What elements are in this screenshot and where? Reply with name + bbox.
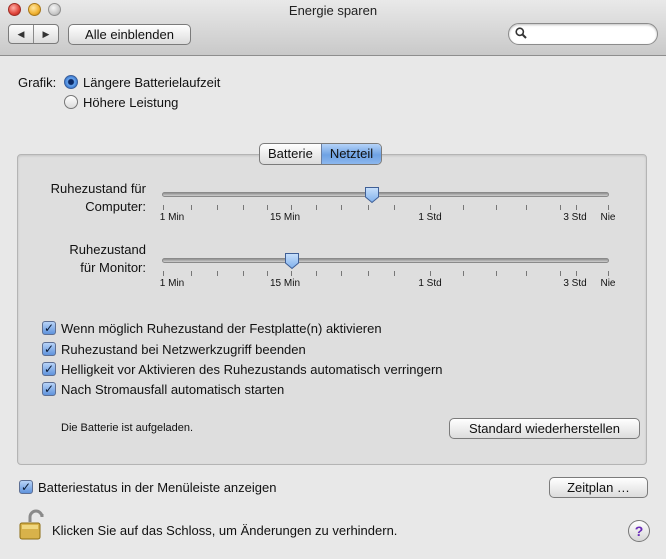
lock-hint-text: Klicken Sie auf das Schloss, um Änderung… — [52, 523, 398, 538]
slider-tick — [463, 205, 464, 210]
lock-icon[interactable] — [18, 509, 46, 541]
slider-tick — [560, 205, 561, 210]
help-button[interactable]: ? — [628, 520, 650, 542]
slider-tick — [576, 271, 577, 276]
slider-tick — [576, 205, 577, 210]
slider-tick — [496, 271, 497, 276]
slider-tick-label: Nie — [600, 212, 616, 223]
checkbox-disk-sleep[interactable]: ✓ — [42, 321, 56, 335]
slider-track[interactable] — [162, 258, 609, 263]
slider-tick — [267, 271, 268, 276]
radio-longer-battery[interactable] — [64, 75, 78, 89]
slider-tick — [368, 205, 369, 210]
graphics-label: Grafik: — [18, 75, 57, 90]
schedule-button[interactable]: Zeitplan … — [549, 477, 648, 498]
radio-higher-performance[interactable] — [64, 95, 78, 109]
slider-tick — [243, 271, 244, 276]
restore-defaults-button[interactable]: Standard wiederherstellen — [449, 418, 640, 439]
slider-thumb[interactable] — [284, 252, 300, 270]
back-button[interactable]: ◀ — [9, 25, 34, 43]
slider-tick-label: 1 Min — [159, 212, 185, 223]
checkbox-disk-sleep-label: Wenn möglich Ruhezustand der Festplatte(… — [61, 321, 382, 336]
display-sleep-label-line2: für Monitor: — [80, 260, 146, 275]
radio-higher-performance-label: Höhere Leistung — [83, 95, 179, 110]
slider-tick — [341, 271, 342, 276]
slider-tick — [608, 205, 609, 210]
slider-tick — [394, 271, 395, 276]
radio-longer-battery-label: Längere Batterielaufzeit — [83, 75, 221, 90]
slider-tick-label: 15 Min — [269, 212, 301, 223]
slider-tick — [430, 205, 431, 210]
computer-sleep-label-line1: Ruhezustand für — [50, 181, 146, 196]
slider-tick-label: Nie — [600, 278, 616, 289]
slider-tick — [191, 205, 192, 210]
slider-tick — [463, 271, 464, 276]
slider-tick — [291, 205, 292, 210]
slider-tick — [191, 271, 192, 276]
tab-battery[interactable]: Batterie — [260, 144, 321, 164]
slider-track[interactable] — [162, 192, 609, 197]
checkbox-menu-battery-label: Batteriestatus in der Menüleiste anzeige… — [38, 480, 277, 495]
checkbox-restart-power-failure[interactable]: ✓ — [42, 382, 56, 396]
window-title: Energie sparen — [288, 3, 378, 18]
display-sleep-label: Ruhezustand für Monitor: — [36, 241, 146, 277]
slider-tick-label: 1 Std — [418, 212, 442, 223]
display-sleep-label-line1: Ruhezustand — [69, 242, 146, 257]
power-source-tabs: Batterie Netzteil — [259, 143, 383, 165]
checkbox-network-wake-label: Ruhezustand bei Netzwerkzugriff beenden — [61, 342, 306, 357]
checkbox-menu-battery[interactable]: ✓ — [19, 480, 33, 494]
checkbox-network-wake[interactable]: ✓ — [42, 342, 56, 356]
slider-tick-label: 3 Std — [563, 212, 587, 223]
slider-tick — [560, 271, 561, 276]
checkbox-dim-display-label: Helligkeit vor Aktivieren des Ruhezustan… — [61, 362, 443, 377]
title-bar: Energie sparen ◀ ▶ Alle einblenden — [0, 0, 666, 56]
checkbox-restart-power-failure-label: Nach Stromausfall automatisch starten — [61, 382, 285, 397]
search-field[interactable] — [508, 23, 658, 45]
slider-tick — [608, 271, 609, 276]
slider-tick — [394, 205, 395, 210]
tab-power-adapter[interactable]: Netzteil — [320, 144, 382, 164]
slider-tick — [291, 271, 292, 276]
slider-tick — [496, 205, 497, 210]
computer-sleep-label: Ruhezustand für Computer: — [36, 180, 146, 216]
slider-tick — [243, 205, 244, 210]
back-forward-control: ◀ ▶ — [8, 24, 59, 44]
slider-tick-label: 15 Min — [269, 278, 301, 289]
search-input[interactable] — [531, 26, 651, 42]
slider-tick — [217, 205, 218, 210]
slider-tick — [163, 205, 164, 210]
computer-sleep-label-line2: Computer: — [85, 199, 146, 214]
slider-tick — [368, 271, 369, 276]
slider-tick — [316, 271, 317, 276]
forward-button[interactable]: ▶ — [34, 25, 58, 43]
slider-tick — [217, 271, 218, 276]
slider-tick — [163, 271, 164, 276]
slider-tick-label: 3 Std — [563, 278, 587, 289]
slider-tick — [430, 271, 431, 276]
show-all-button[interactable]: Alle einblenden — [68, 24, 191, 45]
slider-tick — [316, 205, 317, 210]
slider-tick — [526, 205, 527, 210]
search-icon — [515, 27, 527, 42]
slider-tick — [526, 271, 527, 276]
slider-tick-label: 1 Min — [159, 278, 185, 289]
slider-tick — [341, 205, 342, 210]
checkbox-dim-display[interactable]: ✓ — [42, 362, 56, 376]
slider-tick — [267, 205, 268, 210]
slider-thumb[interactable] — [364, 186, 380, 204]
slider-tick-label: 1 Std — [418, 278, 442, 289]
battery-status-text: Die Batterie ist aufgeladen. — [61, 422, 194, 434]
